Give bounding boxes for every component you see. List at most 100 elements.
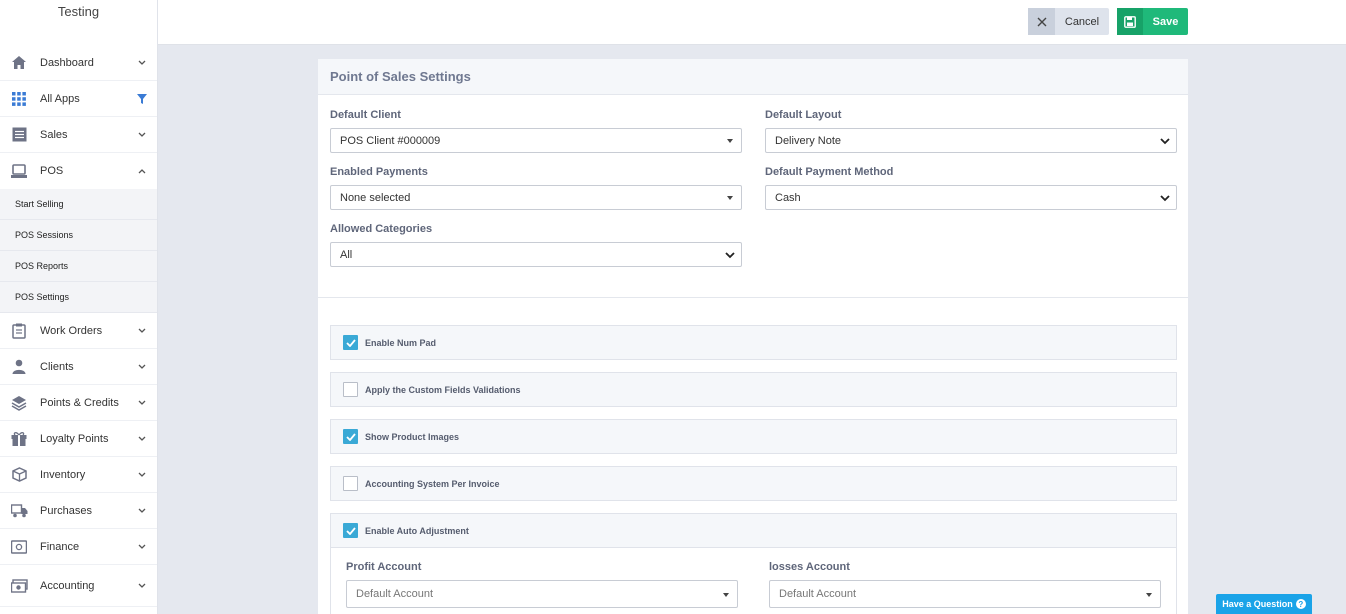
chevron-down-icon xyxy=(137,506,147,516)
sidebar-item-work-orders[interactable]: Work Orders xyxy=(0,313,157,349)
chevron-down-icon xyxy=(137,362,147,372)
sidebar-item-label: Sales xyxy=(40,128,68,141)
save-label: Save xyxy=(1152,15,1179,28)
chevron-up-icon xyxy=(137,166,147,176)
checkbox-unchecked[interactable] xyxy=(343,476,358,491)
sidebar-subitem-pos-settings[interactable]: POS Settings xyxy=(0,282,157,313)
sidebar-item-dashboard[interactable]: Dashboard xyxy=(0,45,157,81)
sidebar-item-label: Points & Credits xyxy=(40,396,119,409)
truck-icon xyxy=(10,502,28,520)
gift-icon xyxy=(10,430,28,448)
chevron-down-icon xyxy=(137,130,147,140)
option-show-product-images[interactable]: Show Product Images xyxy=(330,419,1177,454)
sidebar-item-accounting[interactable]: Accounting xyxy=(0,565,157,607)
chevron-down-icon xyxy=(137,326,147,336)
allowed-categories-value: All xyxy=(340,248,353,261)
default-client-label: Default Client xyxy=(330,109,401,121)
sidebar: Testing Dashboard All Apps Sales POS Sta… xyxy=(0,0,158,614)
sidebar-item-label: Accounting xyxy=(40,579,95,592)
have-a-question-button[interactable]: Have a Question ? xyxy=(1216,594,1312,614)
clipboard-icon xyxy=(10,322,28,340)
floppy-disk-icon xyxy=(1117,8,1143,35)
checkbox-checked[interactable] xyxy=(343,429,358,444)
option-enable-auto-adjustment[interactable]: Enable Auto Adjustment xyxy=(330,513,1177,548)
divider xyxy=(318,297,1188,298)
chevron-down-icon xyxy=(137,434,147,444)
enabled-payments-select[interactable]: None selected xyxy=(330,185,742,210)
sidebar-item-label: Purchases xyxy=(40,504,92,517)
sidebar-item-label: Dashboard xyxy=(40,56,94,69)
enabled-payments-value: None selected xyxy=(340,191,411,204)
question-icon: ? xyxy=(1295,599,1306,609)
losses-account-label: losses Account xyxy=(769,561,850,573)
layers-icon xyxy=(10,394,28,412)
sidebar-item-points-credits[interactable]: Points & Credits xyxy=(0,385,157,421)
chevron-down-icon xyxy=(1159,135,1171,147)
sidebar-item-label: Loyalty Points xyxy=(40,432,109,445)
caret-down-icon xyxy=(1146,593,1152,597)
safe-icon xyxy=(10,538,28,556)
default-payment-method-select[interactable]: Cash xyxy=(765,185,1177,210)
sidebar-item-clients[interactable]: Clients xyxy=(0,349,157,385)
caret-down-icon xyxy=(727,196,733,200)
profit-account-select[interactable]: Default Account xyxy=(346,580,738,608)
sidebar-item-purchases[interactable]: Purchases xyxy=(0,493,157,529)
caret-down-icon xyxy=(727,139,733,143)
sidebar-item-pos[interactable]: POS xyxy=(0,153,157,189)
sidebar-item-inventory[interactable]: Inventory xyxy=(0,457,157,493)
save-button[interactable]: Save xyxy=(1117,8,1188,35)
option-enable-num-pad[interactable]: Enable Num Pad xyxy=(330,325,1177,360)
losses-account-value: Default Account xyxy=(779,588,857,600)
sidebar-subitem-start-selling[interactable]: Start Selling xyxy=(0,189,157,220)
sidebar-item-all-apps[interactable]: All Apps xyxy=(0,81,157,117)
help-label: Have a Question xyxy=(1222,599,1293,609)
cancel-button[interactable]: Cancel xyxy=(1028,8,1109,35)
default-payment-method-label: Default Payment Method xyxy=(765,166,894,178)
sidebar-subitem-pos-reports[interactable]: POS Reports xyxy=(0,251,157,282)
sidebar-item-label: POS xyxy=(40,165,64,177)
option-label: Enable Num Pad xyxy=(365,337,437,348)
top-toolbar: Cancel Save xyxy=(158,0,1346,45)
option-label: Accounting System Per Invoice xyxy=(365,478,500,489)
brand-name: Testing xyxy=(57,4,100,19)
option-label: Apply the Custom Fields Validations xyxy=(365,384,521,395)
filter-icon[interactable] xyxy=(137,93,147,104)
money-icon xyxy=(10,577,28,595)
option-custom-fields-validations[interactable]: Apply the Custom Fields Validations xyxy=(330,372,1177,407)
chevron-down-icon xyxy=(137,398,147,408)
default-client-value: POS Client #000009 xyxy=(340,134,441,147)
losses-account-select[interactable]: Default Account xyxy=(769,580,1161,608)
default-layout-value: Delivery Note xyxy=(775,134,842,147)
pos-settings-panel: Point of Sales Settings Default Client P… xyxy=(318,59,1188,614)
option-accounting-system-per-invoice[interactable]: Accounting System Per Invoice xyxy=(330,466,1177,501)
profit-account-value: Default Account xyxy=(356,588,434,600)
default-payment-method-value: Cash xyxy=(775,191,801,204)
allowed-categories-label: Allowed Categories xyxy=(330,223,433,235)
default-layout-select[interactable]: Delivery Note xyxy=(765,128,1177,153)
sidebar-item-label: Finance xyxy=(40,540,80,553)
option-label: Enable Auto Adjustment xyxy=(365,525,469,536)
box-icon xyxy=(10,466,28,484)
chevron-down-icon xyxy=(1159,192,1171,204)
checkbox-checked[interactable] xyxy=(343,335,358,350)
checkbox-checked[interactable] xyxy=(343,523,358,538)
sidebar-item-sales[interactable]: Sales xyxy=(0,117,157,153)
sidebar-item-finance[interactable]: Finance xyxy=(0,529,157,565)
cancel-label: Cancel xyxy=(1064,15,1100,28)
pos-icon xyxy=(10,162,28,180)
option-label: Show Product Images xyxy=(365,431,460,442)
list-icon xyxy=(10,126,28,144)
sidebar-item-label: Inventory xyxy=(40,468,86,481)
caret-down-icon xyxy=(723,593,729,597)
checkbox-unchecked[interactable] xyxy=(343,382,358,397)
grid-icon xyxy=(10,90,28,108)
default-client-select[interactable]: POS Client #000009 xyxy=(330,128,742,153)
chevron-down-icon xyxy=(137,542,147,552)
allowed-categories-select[interactable]: All xyxy=(330,242,742,267)
sidebar-subitem-pos-sessions[interactable]: POS Sessions xyxy=(0,220,157,251)
sidebar-item-label: Clients xyxy=(40,360,74,373)
sidebar-item-loyalty-points[interactable]: Loyalty Points xyxy=(0,421,157,457)
page-title: Point of Sales Settings xyxy=(318,59,1188,95)
chevron-down-icon xyxy=(137,581,147,591)
chevron-down-icon xyxy=(724,249,736,261)
